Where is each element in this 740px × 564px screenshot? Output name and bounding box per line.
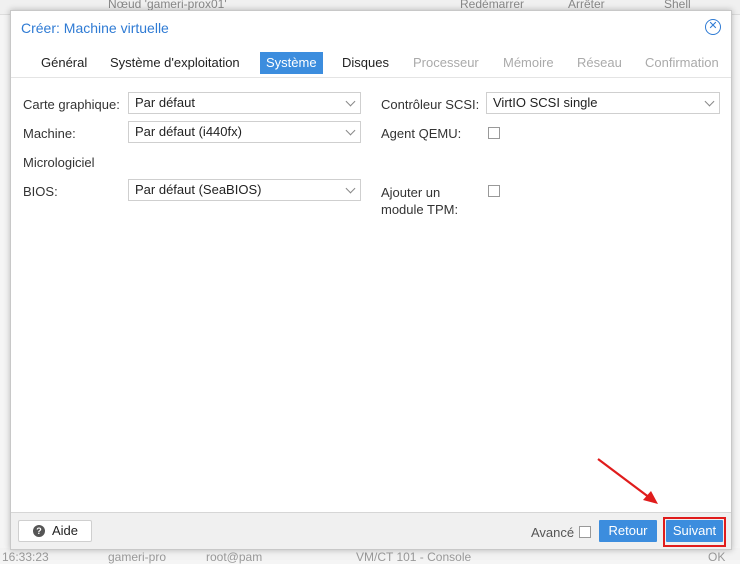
tab-general[interactable]: Général (35, 52, 93, 74)
bios-select[interactable]: Par défaut (SeaBIOS) (128, 179, 361, 201)
tab-confirmation: Confirmation (645, 55, 719, 70)
tpm-label-line1: Ajouter un (381, 185, 441, 200)
task-user: root@pam (206, 550, 263, 564)
tab-os[interactable]: Système d'exploitation (104, 52, 246, 74)
machine-value: Par défaut (i440fx) (135, 124, 242, 139)
tpm-checkbox[interactable] (488, 185, 500, 197)
help-button[interactable]: ? Aide (18, 520, 92, 542)
dialog-footer: ? Aide Avancé Retour Suivant (11, 512, 731, 549)
tab-system[interactable]: Système (260, 52, 323, 74)
qemu-agent-label: Agent QEMU: (381, 126, 462, 141)
tab-memory: Mémoire (503, 55, 554, 70)
tab-divider (11, 77, 731, 78)
firmware-heading: Micrologiciel (23, 155, 95, 170)
chevron-down-icon (345, 96, 356, 107)
advanced-checkbox[interactable] (579, 526, 591, 538)
back-button[interactable]: Retour (599, 520, 657, 542)
bios-label: BIOS: (23, 184, 58, 199)
task-description: VM/CT 101 - Console (356, 550, 472, 564)
dialog-title: Créer: Machine virtuelle (21, 20, 169, 36)
scsi-controller-value: VirtIO SCSI single (493, 95, 598, 110)
tpm-label-line2: module TPM: (381, 202, 459, 217)
tab-network: Réseau (577, 55, 622, 70)
annotation-arrow-icon (597, 458, 658, 504)
scsi-controller-select[interactable]: VirtIO SCSI single (486, 92, 720, 114)
task-node: gameri-pro (108, 550, 167, 564)
chevron-down-icon (345, 183, 356, 194)
graphics-card-label: Carte graphique: (23, 97, 120, 112)
close-icon[interactable]: ✕ (705, 19, 721, 35)
scsi-controller-label: Contrôleur SCSI: (381, 97, 480, 112)
advanced-label: Avancé (531, 525, 575, 540)
next-button[interactable]: Suivant (666, 520, 723, 542)
task-time: 16:33:23 (2, 550, 49, 564)
question-icon: ? (33, 525, 45, 537)
tab-disks[interactable]: Disques (336, 52, 395, 74)
machine-select[interactable]: Par défaut (i440fx) (128, 121, 361, 143)
tab-processor: Processeur (413, 55, 479, 70)
qemu-agent-checkbox[interactable] (488, 127, 500, 139)
task-status: OK (708, 550, 726, 564)
graphics-card-value: Par défaut (135, 95, 195, 110)
tpm-label: Ajouter un module TPM: (381, 184, 458, 218)
chevron-down-icon (345, 125, 356, 136)
help-button-label: Aide (52, 523, 79, 538)
bios-value: Par défaut (SeaBIOS) (135, 182, 262, 197)
chevron-down-icon (704, 96, 715, 107)
graphics-card-select[interactable]: Par défaut (128, 92, 361, 114)
machine-label: Machine: (23, 126, 76, 141)
